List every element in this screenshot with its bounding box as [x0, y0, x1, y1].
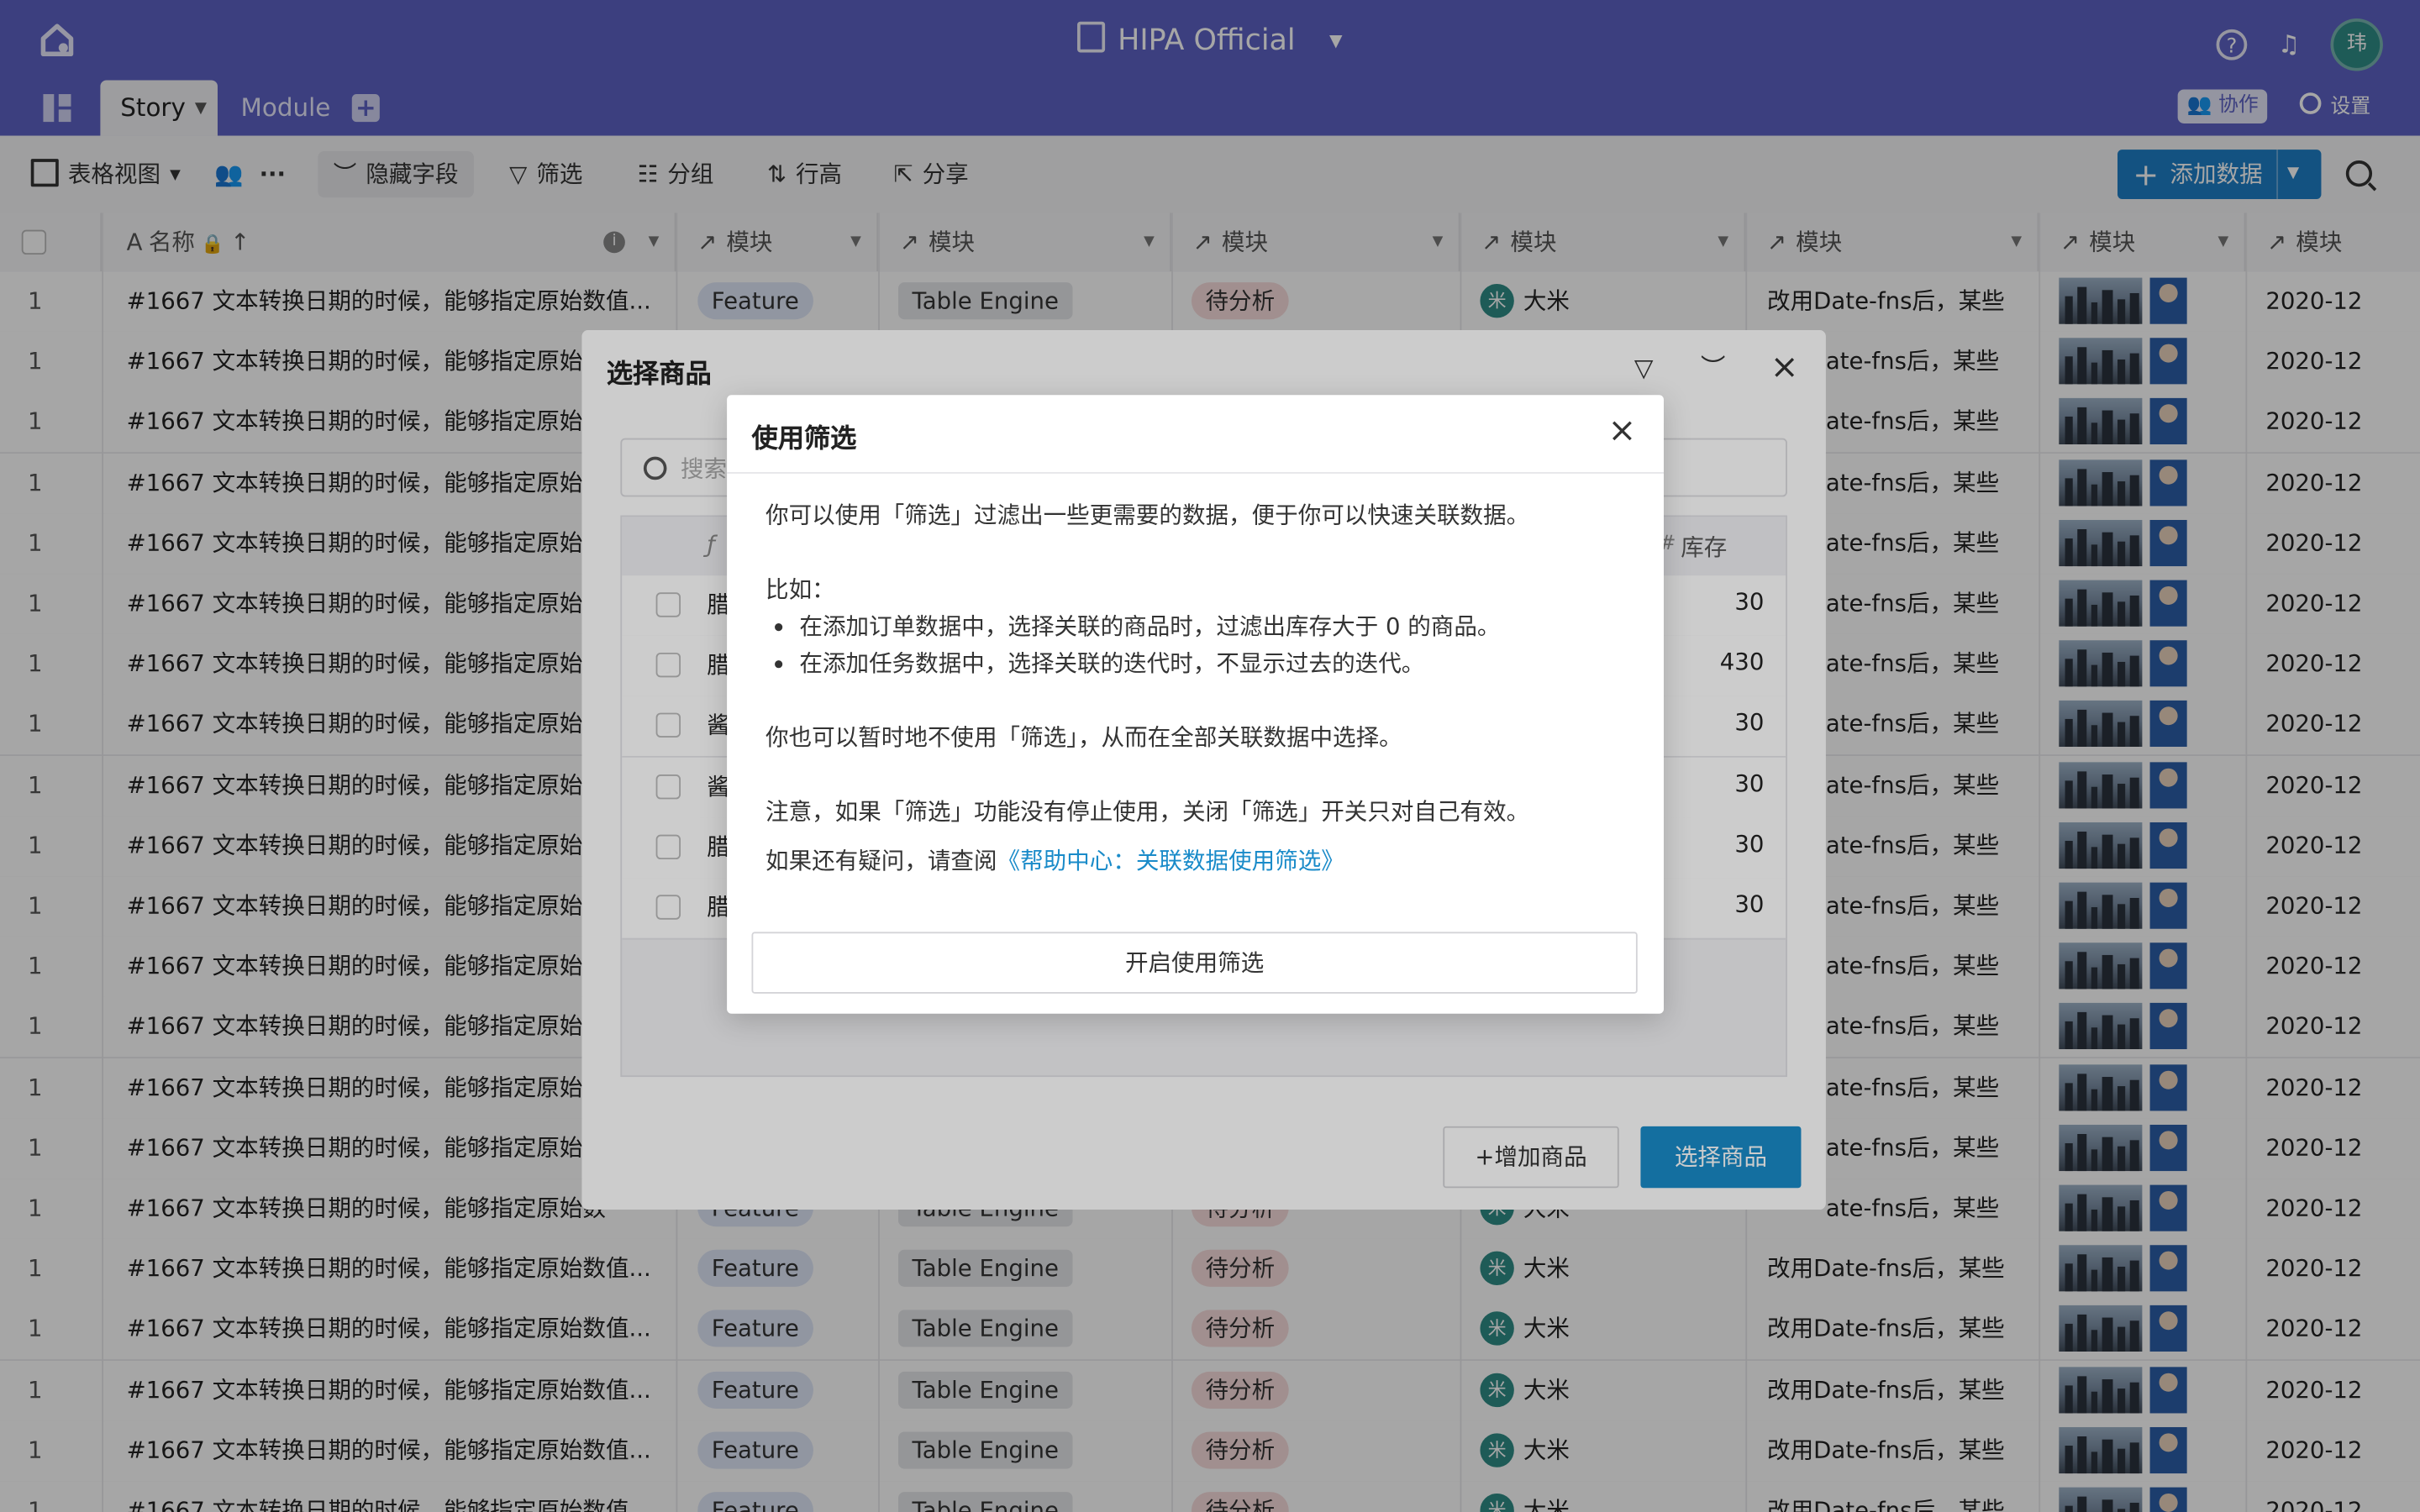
- example-heading: 比如：: [765, 575, 835, 604]
- app-window: HIPA Official ▼ ? ♫ 玮 Story ▼ Module + 👥 协…: [0, 0, 2420, 1512]
- filter-help-dialog: 使用筛选 × 你可以使用「筛选」过滤出一些更需要的数据，便于你可以快速关联数据。…: [727, 395, 1665, 1014]
- close-icon[interactable]: ×: [1607, 414, 1638, 448]
- dialog-body: 你可以使用「筛选」过滤出一些更需要的数据，便于你可以快速关联数据。 比如： 在添…: [765, 496, 1630, 879]
- note-text: 注意，如果「筛选」功能没有停止使用，关闭「筛选」开关只对自己有效。: [765, 797, 1530, 826]
- help-line: 如果还有疑问，请查阅《帮助中心：关联数据使用筛选》: [765, 843, 1630, 879]
- example-item: 在添加订单数据中，选择关联的商品时，过滤出库存大于 0 的商品。: [799, 608, 1629, 645]
- divider: [727, 472, 1665, 474]
- example-list: 在添加订单数据中，选择关联的商品时，过滤出库存大于 0 的商品。 在添加任务数据…: [765, 608, 1630, 682]
- help-center-link[interactable]: 《帮助中心：关联数据使用筛选》: [997, 847, 1344, 874]
- example-item: 在添加任务数据中，选择关联的迭代时，不显示过去的迭代。: [799, 645, 1629, 682]
- intro-text: 你可以使用「筛选」过滤出一些更需要的数据，便于你可以快速关联数据。: [765, 501, 1530, 530]
- help-prefix: 如果还有疑问，请查阅: [765, 847, 997, 875]
- enable-filter-button[interactable]: 开启使用筛选: [751, 932, 1638, 994]
- dialog-title: 使用筛选: [751, 424, 857, 455]
- temp-disable-text: 你也可以暂时地不使用「筛选」，从而在全部关联数据中选择。: [765, 723, 1402, 752]
